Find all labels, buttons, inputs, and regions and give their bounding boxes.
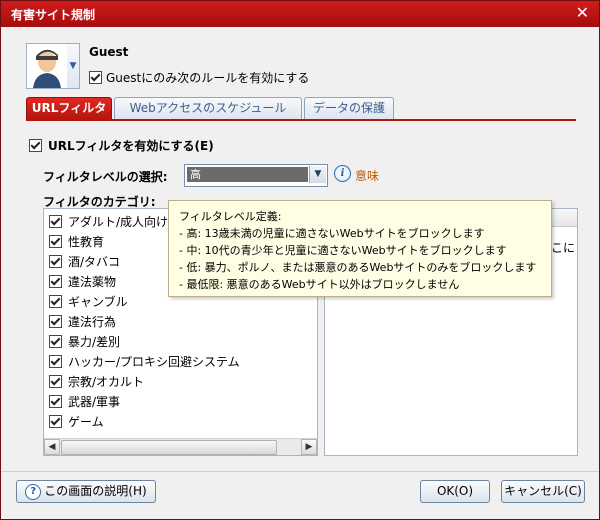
tooltip-line: - 高: 13歳未満の児童に適さないWebサイトをブロックします — [179, 227, 485, 240]
user-rule-checkbox[interactable] — [89, 71, 102, 84]
tab-url-filter[interactable]: URLフィルタ — [26, 97, 112, 119]
category-item[interactable]: ギャンブル — [49, 292, 128, 310]
user-name: Guest — [89, 45, 129, 59]
category-checkbox[interactable] — [49, 415, 62, 428]
filter-level-label: フィルタレベルの選択: — [43, 170, 168, 184]
category-label: 酒/タバコ — [68, 254, 121, 269]
help-button-label: この画面の説明(H) — [44, 484, 147, 498]
category-checkbox[interactable] — [49, 255, 62, 268]
category-checkbox[interactable] — [49, 235, 62, 248]
meaning-link[interactable]: 意味 — [355, 167, 379, 184]
category-item[interactable]: 暴力/差別 — [49, 332, 120, 350]
tooltip-line: - 中: 10代の青少年と児童に適さないWebサイトをブロックします — [179, 244, 507, 257]
category-checkbox[interactable] — [49, 295, 62, 308]
user-rule-label: Guestにのみ次のルールを有効にする — [106, 71, 310, 85]
filter-level-tooltip: フィルタレベル定義: - 高: 13歳未満の児童に適さないWebサイトをブロック… — [168, 200, 552, 297]
user-avatar-graphic — [33, 49, 61, 88]
filter-level-select[interactable]: 高 ▼ — [184, 164, 328, 187]
category-label: 違法行為 — [68, 314, 117, 329]
scroll-right-icon[interactable]: ▶ — [301, 439, 317, 455]
category-label: ゲーム — [68, 414, 104, 429]
url-filter-enable-label: URLフィルタを有効にする(E) — [48, 139, 214, 153]
category-label: アダルト/成人向け — [68, 214, 169, 229]
category-item[interactable]: ゲーム — [49, 412, 104, 430]
category-item[interactable]: 違法薬物 — [49, 272, 116, 290]
category-label: 暴力/差別 — [68, 334, 121, 349]
cancel-button[interactable]: キャンセル(C) — [501, 480, 585, 503]
category-label: ギャンブル — [68, 294, 128, 309]
user-select-dropdown[interactable]: ▼ — [67, 43, 80, 89]
url-filter-enable-row[interactable]: URLフィルタを有効にする(E) — [29, 137, 214, 154]
category-label: 性教育 — [68, 234, 105, 249]
category-item[interactable]: 武器/軍事 — [49, 392, 120, 410]
category-item[interactable]: 宗教/オカルト — [49, 372, 144, 390]
help-button[interactable]: ? この画面の説明(H) — [16, 480, 156, 503]
user-avatar-icon[interactable] — [26, 43, 68, 89]
category-label: ハッカー/プロキシ回避システム — [68, 354, 240, 369]
description-partial-text: こに — [550, 241, 575, 255]
url-filter-enable-checkbox[interactable] — [29, 139, 42, 152]
category-label: 違法薬物 — [68, 274, 117, 289]
title-bar: 有害サイト規制 ✕ — [1, 1, 599, 27]
category-checkbox[interactable] — [49, 395, 62, 408]
category-checkbox[interactable] — [49, 315, 62, 328]
category-checkbox[interactable] — [49, 215, 62, 228]
window-title: 有害サイト規制 — [11, 8, 96, 22]
parental-control-window: 有害サイト規制 ✕ ▼ Guest Guestにのみ次のルールを有効にする UR… — [0, 0, 600, 520]
category-item[interactable]: 違法行為 — [49, 312, 116, 330]
user-rule-checkbox-row[interactable]: Guestにのみ次のルールを有効にする — [89, 69, 309, 86]
category-checkbox[interactable] — [49, 355, 62, 368]
category-label: 武器/軍事 — [68, 394, 121, 409]
tab-data-protection[interactable]: データの保護 — [304, 97, 394, 119]
category-horizontal-scrollbar[interactable]: ◀ ▶ — [44, 438, 317, 455]
tooltip-line: フィルタレベル定義: — [179, 210, 282, 223]
scroll-thumb[interactable] — [61, 440, 277, 455]
category-checkbox[interactable] — [49, 375, 62, 388]
category-item[interactable]: 酒/タバコ — [49, 252, 120, 270]
bottom-separator — [1, 471, 599, 472]
filter-level-value: 高 — [187, 167, 308, 182]
help-icon: ? — [25, 483, 42, 500]
category-checkbox[interactable] — [49, 275, 62, 288]
category-item[interactable]: 性教育 — [49, 232, 104, 250]
tab-web-access-schedule[interactable]: Webアクセスのスケジュール — [114, 97, 302, 119]
tab-underline — [26, 119, 576, 121]
close-button[interactable]: ✕ — [576, 4, 589, 22]
tooltip-line: - 低: 暴力、ポルノ、または悪意のあるWebサイトのみをブロックします — [179, 261, 537, 274]
category-item[interactable]: アダルト/成人向け — [49, 212, 168, 230]
category-label: 宗教/オカルト — [68, 374, 145, 389]
tooltip-line: - 最低限: 悪意のあるWebサイト以外はブロックしません — [179, 278, 460, 291]
ok-button[interactable]: OK(O) — [420, 480, 490, 503]
scroll-left-icon[interactable]: ◀ — [44, 439, 60, 455]
category-checkbox[interactable] — [49, 335, 62, 348]
info-icon[interactable]: i — [334, 165, 351, 182]
category-item[interactable]: ハッカー/プロキシ回避システム — [49, 352, 240, 370]
chevron-down-icon[interactable]: ▼ — [309, 166, 326, 183]
